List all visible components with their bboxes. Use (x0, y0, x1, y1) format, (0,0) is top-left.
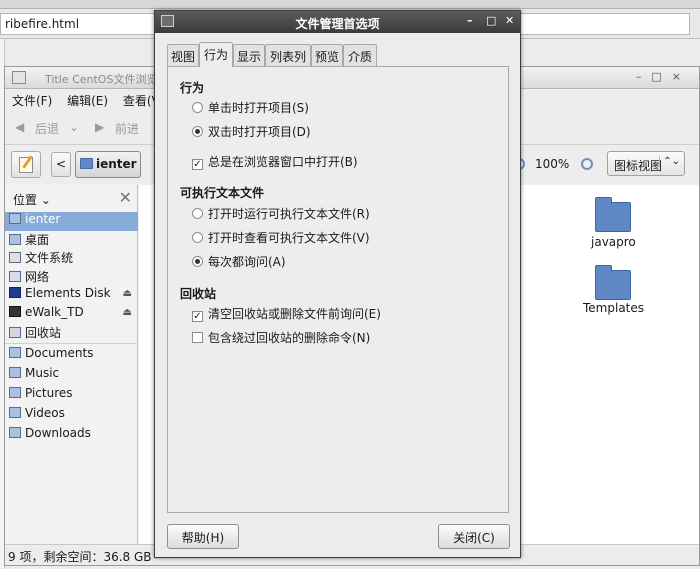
sidebar-item-network[interactable]: 网络 (5, 268, 138, 287)
zoom-controls: 100% 图标视图 ⌃⌄ (513, 151, 693, 178)
zoom-level[interactable]: 100% (535, 157, 569, 171)
file-browser-title: Title CentOS文件浏览器 (45, 73, 169, 86)
status-text: 9 项，剩余空间：36.8 GB (8, 550, 152, 564)
radio-icon (192, 208, 203, 219)
browser-window-checkbox[interactable]: ✓ 总是在浏览器窗口中打开(B) (192, 153, 358, 170)
sidebar-item-pictures[interactable]: Pictures (5, 385, 138, 405)
view-executable-radio[interactable]: 打开时查看可执行文本文件(V) (192, 229, 370, 246)
run-executable-radio[interactable]: 打开时运行可执行文本文件(R) (192, 205, 370, 222)
window-controls[interactable]: –□× (636, 70, 691, 83)
drive-icon (9, 287, 21, 299)
sidebar-divider (5, 343, 138, 345)
maximize-icon[interactable]: □ (486, 14, 496, 27)
folder-icon (9, 427, 21, 439)
tab-list-columns[interactable]: 列表列 (265, 44, 311, 66)
breadcrumb-home[interactable]: ienter (75, 151, 141, 178)
drive-icon (9, 305, 21, 317)
breadcrumb-label: ienter (96, 157, 137, 171)
file-label-javapro[interactable]: javapro (591, 235, 636, 249)
preferences-dialog: 文件管理首选项 – □ ✕ 视图 行为 显示 列表列 预览 介质 行为 单击时打… (154, 10, 521, 558)
forward-button[interactable]: 前进 (115, 120, 139, 137)
radio-selected-icon (192, 126, 203, 137)
double-click-radio[interactable]: 双击时打开项目(D) (192, 123, 311, 140)
radio-selected-icon (192, 256, 203, 267)
include-delete-checkbox[interactable]: 包含绕过回收站的删除命令(N) (192, 329, 370, 346)
app-icon (12, 71, 26, 84)
view-mode-label: 图标视图 (614, 159, 663, 173)
tab-behavior[interactable]: 行为 (199, 42, 233, 67)
checkbox-checked-icon: ✓ (192, 311, 203, 322)
tab-view[interactable]: 视图 (167, 44, 199, 66)
sidebar: 位置 ⌄ ✕ ienter 桌面 文件系统 网络 Elements Disk ⏏ … (5, 185, 138, 545)
sidebar-item-music[interactable]: Music (5, 365, 138, 385)
single-click-radio[interactable]: 单击时打开项目(S) (192, 99, 309, 116)
sidebar-item-downloads[interactable]: Downloads (5, 425, 138, 445)
sidebar-item-elements-disk[interactable]: Elements Disk ⏏ (5, 286, 138, 305)
sidebar-item-ewalk[interactable]: eWalk_TD ⏏ (5, 305, 138, 324)
home-folder-icon (80, 158, 93, 169)
pencil-icon (19, 157, 33, 173)
checkbox-checked-icon: ✓ (192, 159, 203, 170)
menu-file[interactable]: 文件(F) (5, 89, 56, 109)
tab-display[interactable]: 显示 (233, 44, 265, 66)
forward-arrow-icon: ▶ (95, 120, 105, 134)
checkbox-icon (192, 332, 203, 343)
spinner-icon: ⌃⌄ (659, 156, 680, 167)
sidebar-item-filesystem[interactable]: 文件系统 (5, 249, 138, 268)
close-sidebar-icon[interactable]: ✕ (119, 188, 132, 207)
minimize-icon[interactable]: – (467, 14, 473, 27)
home-folder-icon (9, 213, 21, 224)
view-mode-select[interactable]: 图标视图 ⌃⌄ (607, 151, 685, 176)
back-dropdown-icon[interactable]: ⌄ (69, 120, 79, 134)
sidebar-item-videos[interactable]: Videos (5, 405, 138, 425)
back-button[interactable]: 后退 (35, 120, 59, 137)
sidebar-item-home[interactable]: ienter (5, 212, 138, 231)
path-back-button[interactable]: < (51, 152, 71, 177)
close-icon[interactable]: ✕ (505, 14, 514, 27)
section-executable-heading: 可执行文本文件 (180, 186, 265, 200)
network-icon (9, 270, 21, 282)
close-button[interactable]: 关闭(C) (438, 524, 510, 549)
sidebar-item-trash[interactable]: 回收站 (5, 324, 138, 343)
eject-icon[interactable]: ⏏ (123, 288, 132, 299)
menu-edit[interactable]: 编辑(E) (60, 89, 112, 109)
sidebar-item-desktop[interactable]: 桌面 (5, 231, 138, 250)
back-arrow-icon: ◀ (15, 120, 25, 134)
folder-icon (9, 367, 21, 379)
ask-before-empty-checkbox[interactable]: ✓ 清空回收站或删除文件前询问(E) (192, 305, 381, 322)
desktop-icon (9, 233, 21, 245)
edit-location-button[interactable] (11, 151, 41, 178)
chevron-left-icon: < (55, 157, 67, 171)
dialog-titlebar: 文件管理首选项 – □ ✕ (155, 11, 520, 33)
behavior-panel: 行为 单击时打开项目(S) 双击时打开项目(D) ✓ 总是在浏览器窗口中打开(B)… (167, 66, 509, 513)
file-label-templates[interactable]: Templates (583, 301, 644, 315)
tab-media[interactable]: 介质 (343, 44, 377, 66)
browser-tab-strip (0, 0, 700, 9)
tab-preview[interactable]: 预览 (311, 44, 343, 66)
templates-folder-icon[interactable] (595, 265, 631, 300)
folder-icon[interactable] (595, 197, 631, 232)
dialog-title: 文件管理首选项 (295, 17, 380, 31)
trash-icon (9, 326, 21, 338)
sidebar-places-select[interactable]: 位置 ⌄ (13, 191, 51, 208)
section-behavior-heading: 行为 (180, 81, 205, 95)
radio-icon (192, 232, 203, 243)
eject-icon[interactable]: ⏏ (123, 307, 132, 318)
folder-icon (9, 387, 21, 399)
help-button[interactable]: 帮助(H) (167, 524, 239, 549)
section-trash-heading: 回收站 (180, 287, 217, 301)
radio-icon (192, 102, 203, 113)
sidebar-header: 位置 ⌄ ✕ (8, 188, 136, 210)
filesystem-icon (9, 252, 21, 264)
ask-each-time-radio[interactable]: 每次都询问(A) (192, 253, 286, 270)
places-list: ienter 桌面 文件系统 网络 Elements Disk ⏏ eWalk_T… (5, 212, 138, 445)
zoom-in-icon[interactable] (581, 158, 593, 170)
folder-icon (9, 347, 21, 359)
folder-icon (9, 407, 21, 419)
sidebar-item-documents[interactable]: Documents (5, 345, 138, 365)
